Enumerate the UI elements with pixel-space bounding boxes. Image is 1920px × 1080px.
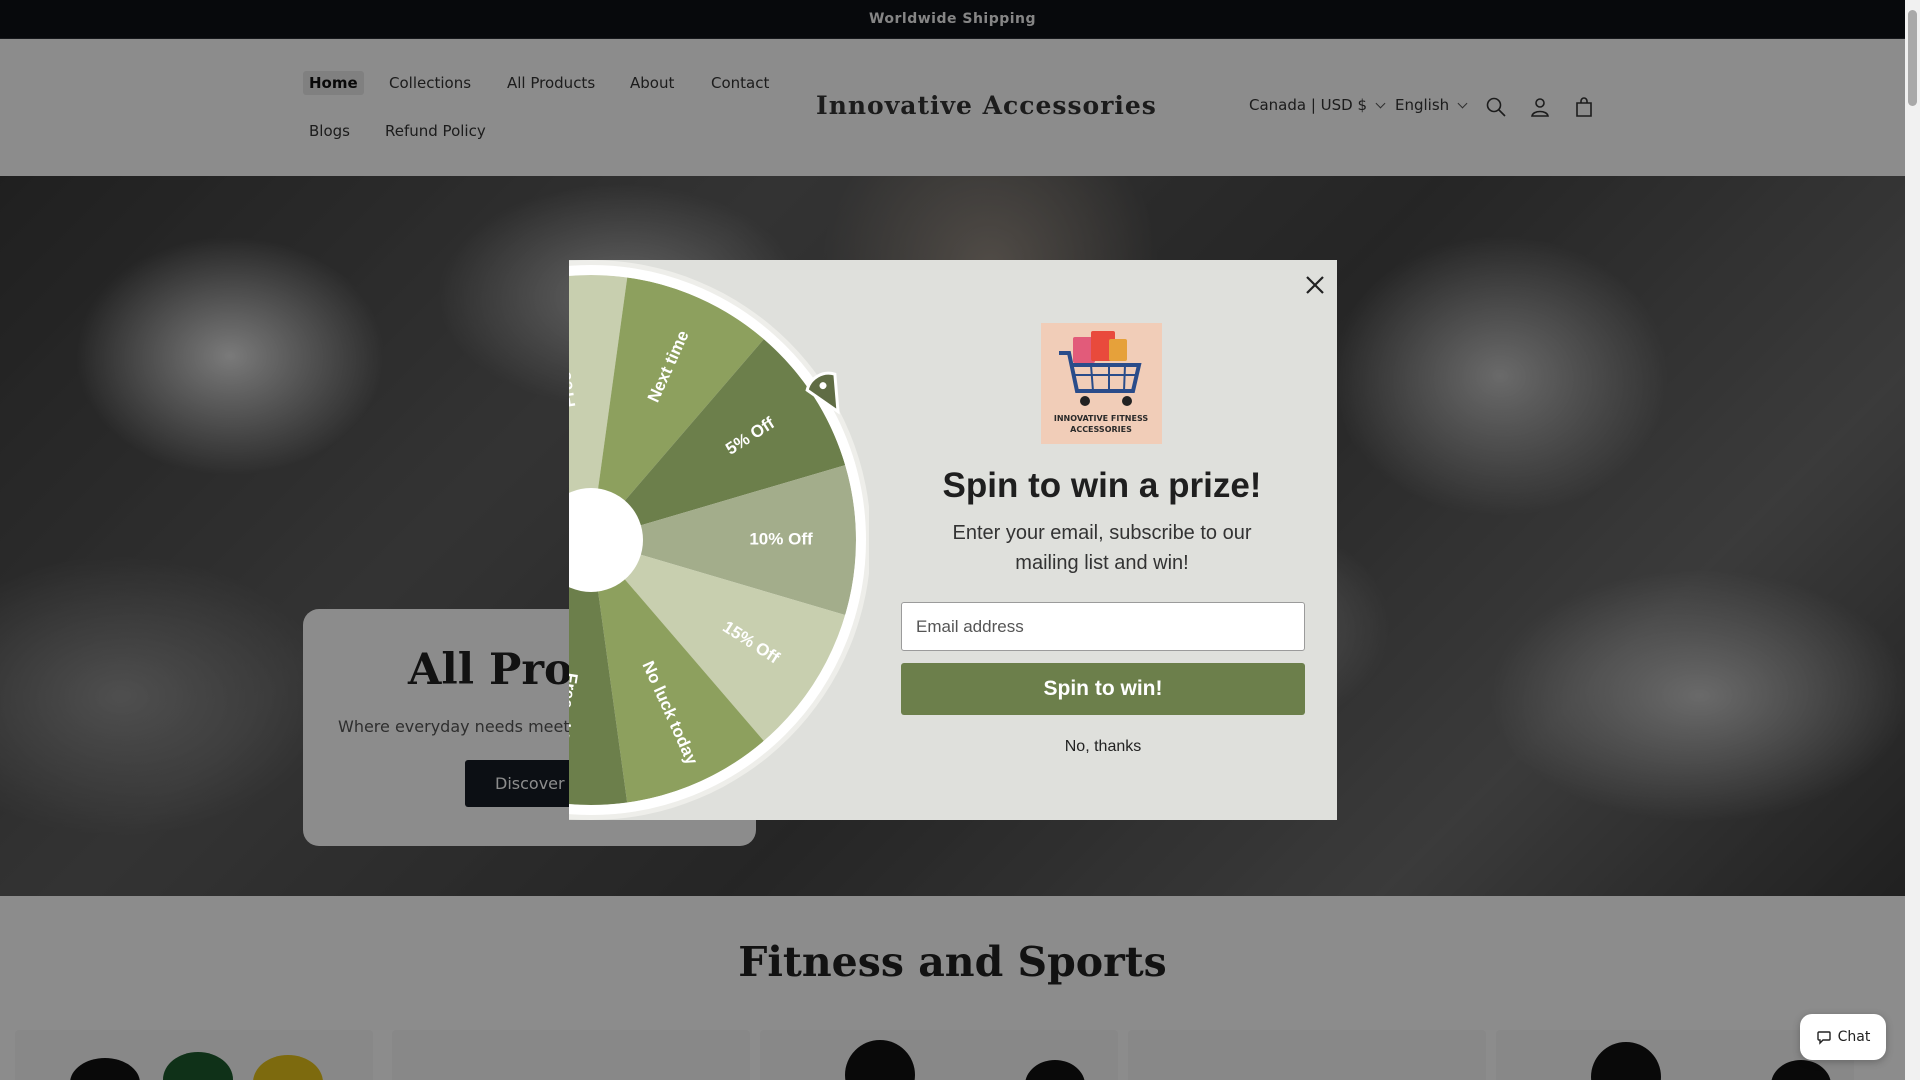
scrollbar-thumb[interactable] [1908,10,1917,106]
close-icon[interactable] [1302,272,1328,298]
wheel-slice-label: 10% Off [749,530,813,549]
wheel-peg [762,330,773,341]
prize-wheel: Free shippingNext time5% Off10% Off15% O… [569,260,869,820]
email-field[interactable] [901,602,1305,651]
wheel-peg [844,611,855,622]
wheel-peg [762,739,773,750]
chat-label: Chat [1837,1029,1871,1045]
popup-title: Spin to win a prize! [942,466,1262,505]
logo-text-line-1: INNOVATIVE FITNESS [1054,414,1149,423]
chat-bubble-icon [1816,1031,1831,1045]
store-logo: INNOVATIVE FITNESS ACCESSORIES [1041,323,1162,444]
wheel-peg [622,802,633,813]
spin-to-win-button[interactable]: Spin to win! [901,663,1305,715]
page-scrollbar[interactable] [1905,0,1920,1080]
chat-button[interactable]: Chat [1800,1014,1886,1060]
wheel-peg [622,267,633,278]
logo-text-line-2: ACCESSORIES [1070,425,1132,434]
shopping-cart-logo-icon: INNOVATIVE FITNESS ACCESSORIES [1054,331,1149,434]
popup-subtitle: Enter your email, subscribe to our maili… [952,522,1252,574]
no-thanks-link[interactable]: No, thanks [901,738,1305,756]
spin-wheel-popup: Free shippingNext time5% Off10% Off15% O… [569,260,1337,820]
wheel-peg [844,458,855,469]
